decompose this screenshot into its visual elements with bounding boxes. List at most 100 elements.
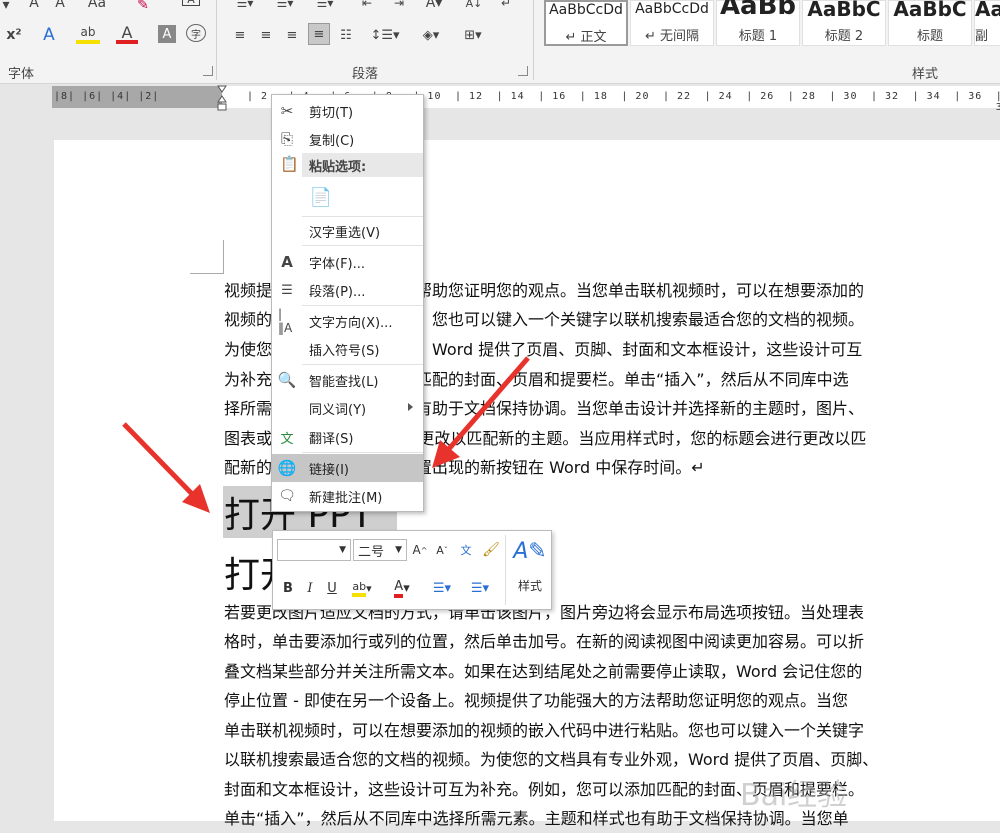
- chevron-down-icon: ▼: [395, 545, 402, 555]
- style-name: ↵ 正文: [565, 30, 607, 45]
- grow-font-icon[interactable]: A ^: [411, 539, 429, 561]
- document-page[interactable]: 视频提供了功能强大的方法帮助您证明您的观点。当您单击联机视频时，可以在想要添加的…: [54, 140, 1000, 828]
- menu-item-cut[interactable]: ✂ 剪切(T): [272, 97, 423, 125]
- styles-gallery-icon[interactable]: A✎: [513, 537, 547, 565]
- highlight-color-icon[interactable]: ab ▾: [345, 577, 379, 599]
- change-case-button[interactable]: Aa: [84, 0, 110, 14]
- justify-icon[interactable]: ≡: [308, 23, 330, 45]
- menu-item-label: 链接(I): [309, 462, 349, 478]
- style-tile-subtitle[interactable]: Aa 副: [974, 0, 1000, 46]
- menu-item-translate[interactable]: 文 翻译(S): [272, 423, 423, 451]
- menu-item-paragraph[interactable]: ☰ 段落(P)...: [272, 276, 423, 304]
- shrink-font-button[interactable]: A: [52, 0, 68, 14]
- align-right-icon[interactable]: ≡: [282, 24, 302, 46]
- context-menu: ✂ 剪切(T) ⎘ 复制(C) 粘贴选项: 📋 📄 汉字重选(V) A 字体(F…: [271, 94, 424, 512]
- bullet-list-icon[interactable]: ☰▾: [425, 577, 459, 599]
- indent-marker-icon[interactable]: [217, 84, 227, 112]
- menu-item-label: 汉字重选(V): [309, 225, 381, 241]
- link-icon: 🌐: [277, 459, 297, 477]
- menu-item-label: 粘贴选项:: [309, 159, 367, 175]
- borders-icon[interactable]: ⊞▾: [456, 24, 490, 46]
- sort-icon[interactable]: A↓: [462, 0, 486, 14]
- font-icon: A: [281, 253, 293, 271]
- paragraph-line: 叠文档某些部分并关注所需文本。如果在达到结尾处之前需要停止读取，Word 会记住…: [224, 662, 863, 681]
- style-tile-title[interactable]: AaBbC 标题: [888, 0, 972, 46]
- grow-font-button[interactable]: A: [26, 0, 42, 14]
- style-name: 标题 2: [824, 29, 864, 44]
- phonetic-guide-icon[interactable]: 文: [457, 539, 475, 561]
- paragraph-line: 单击联机视频时，可以在想要添加的视频的嵌入代码中进行粘贴。您也可以键入一个关键字: [224, 721, 865, 740]
- multilevel-list-icon[interactable]: ☰▾: [310, 0, 340, 14]
- line-spacing-icon[interactable]: ↕☰▾: [368, 24, 402, 46]
- paragraph-dialog-launcher-icon[interactable]: [518, 66, 528, 76]
- font-size-value: 二号: [358, 544, 385, 560]
- paste-keep-text-icon[interactable]: 📄: [308, 183, 334, 211]
- menu-item-label: 翻译(S): [309, 431, 354, 447]
- font-color-icon[interactable]: A ▾: [385, 577, 419, 599]
- bold-button[interactable]: B: [279, 577, 297, 599]
- style-tile-no-spacing[interactable]: AaBbCcDd ↵ 无间隔: [630, 0, 714, 46]
- scissors-icon: ✂: [280, 102, 294, 120]
- menu-item-font[interactable]: A 字体(F)...: [272, 248, 423, 276]
- menu-separator: [302, 305, 423, 306]
- style-tile-heading1[interactable]: AaBb 标题 1: [716, 0, 800, 46]
- font-name-select[interactable]: ▼: [277, 539, 351, 561]
- menu-item-new-comment[interactable]: 🗨 新建批注(M): [272, 482, 423, 510]
- font-size-select[interactable]: 二号 ▼: [353, 539, 407, 561]
- distributed-icon[interactable]: ☷: [336, 24, 356, 46]
- style-tile-heading2[interactable]: AaBbC 标题 2: [802, 0, 886, 46]
- enclose-char-button[interactable]: 字: [186, 24, 206, 42]
- menu-item-hanzi-reselect[interactable]: 汉字重选(V): [272, 217, 423, 245]
- bullets-icon[interactable]: ☰▾: [230, 0, 260, 14]
- show-marks-icon[interactable]: ↵: [496, 0, 516, 14]
- menu-separator: [302, 452, 423, 453]
- superscript-button[interactable]: x²: [4, 24, 24, 46]
- ribbon: ▾ A A Aa ✎ A x² A ab A A 字 字体 ☰▾ ☰▾ ☰▾ ⇤…: [0, 0, 1000, 84]
- align-center-icon[interactable]: ≡: [256, 24, 276, 46]
- style-name: 副: [975, 29, 989, 44]
- shading-icon[interactable]: ◈▾: [414, 24, 448, 46]
- char-border-icon[interactable]: A: [182, 0, 200, 6]
- decrease-indent-icon[interactable]: ⇤: [356, 0, 378, 14]
- menu-item-label: 智能查找(L): [309, 374, 379, 390]
- menu-item-smart-lookup[interactable]: 🔍 智能查找(L): [272, 366, 423, 394]
- menu-item-label: 字体(F)...: [309, 256, 366, 272]
- numbered-list-icon[interactable]: ☰▾: [463, 577, 497, 599]
- chinese-layout-icon[interactable]: A▾: [420, 0, 448, 14]
- text-effects-button[interactable]: A: [38, 24, 60, 46]
- menu-item-label: 插入符号(S): [309, 343, 380, 359]
- shrink-font-icon[interactable]: Aˇ: [433, 539, 451, 561]
- menu-item-copy[interactable]: ⎘ 复制(C): [272, 125, 423, 153]
- styles-button-label[interactable]: 样式: [509, 575, 551, 595]
- menu-item-insert-symbol[interactable]: 插入符号(S): [272, 335, 423, 363]
- menu-item-label: 文字方向(X)...: [309, 315, 393, 331]
- paragraph-line: 格时，单击要添加行或列的位置，然后单击加号。在新的阅读视图中阅读更加容易。可以折: [224, 632, 865, 651]
- ruler-number: | 38: [995, 91, 1000, 113]
- menu-item-text-direction[interactable]: |‖A 文字方向(X)...: [272, 307, 423, 335]
- style-tile-normal[interactable]: AaBbCcDd ↵ 正文: [544, 0, 628, 46]
- align-left-icon[interactable]: ≡: [230, 24, 250, 46]
- font-dialog-launcher-icon[interactable]: [203, 66, 213, 76]
- horizontal-ruler[interactable]: |8| |6| |4| |2| | 2 | 4 | 6 | 8 | 10 | 1…: [52, 86, 1000, 113]
- underline-button[interactable]: U: [323, 577, 341, 599]
- smart-lookup-icon: 🔍: [277, 371, 297, 389]
- menu-item-synonym[interactable]: 同义词(Y): [272, 394, 423, 422]
- menu-item-label: 复制(C): [309, 133, 355, 149]
- char-shading-button[interactable]: A: [158, 25, 176, 43]
- watermark: Bai经验: [740, 778, 848, 813]
- font-dropdown-icon[interactable]: ▾: [0, 0, 12, 16]
- style-preview: AaBbCcDd: [549, 2, 623, 18]
- ruler-number: | 26: [746, 91, 775, 102]
- clear-format-icon[interactable]: ✎: [132, 0, 154, 16]
- italic-button[interactable]: I: [301, 577, 319, 599]
- ruler-number: | 34: [912, 91, 941, 102]
- style-preview: AaBbC: [893, 0, 967, 21]
- highlight-button[interactable]: ab: [76, 24, 100, 44]
- format-painter-icon[interactable]: 🖌: [481, 539, 501, 561]
- font-color-button[interactable]: A: [116, 23, 138, 44]
- style-preview: Aa: [975, 0, 1000, 21]
- increase-indent-icon[interactable]: ⇥: [388, 0, 410, 14]
- numbering-icon[interactable]: ☰▾: [270, 0, 300, 14]
- ruler-number: | 28: [787, 91, 816, 102]
- menu-item-link[interactable]: 🌐 链接(I): [272, 454, 423, 482]
